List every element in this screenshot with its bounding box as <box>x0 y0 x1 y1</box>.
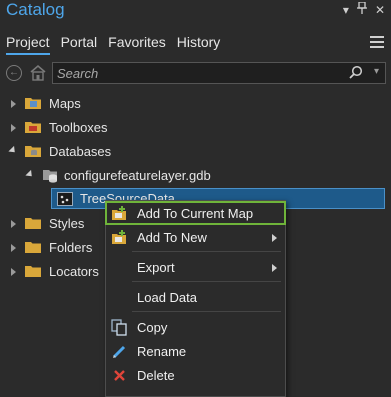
pane-controls: ▾ ✕ <box>343 1 385 17</box>
pane-options-dropdown-icon[interactable]: ▾ <box>343 3 349 17</box>
menu-label: Delete <box>137 368 175 383</box>
tree-item-maps[interactable]: Maps <box>0 92 391 116</box>
menu-item-rename[interactable]: Rename <box>106 340 285 364</box>
tree-item-databases[interactable]: Databases <box>0 140 391 164</box>
menu-label: Load Data <box>137 290 197 305</box>
tab-project[interactable]: Project <box>6 33 50 55</box>
menu-item-export[interactable]: Export <box>106 256 285 280</box>
pin-icon[interactable] <box>356 1 367 17</box>
delete-x-icon <box>111 367 128 384</box>
home-icon[interactable] <box>29 64 47 81</box>
add-data-icon <box>111 205 128 222</box>
close-icon[interactable]: ✕ <box>375 3 385 17</box>
menu-label: Rename <box>137 344 187 359</box>
hamburger-menu-icon[interactable] <box>370 36 384 48</box>
menu-separator <box>132 311 281 312</box>
menu-label: Add To Current Map <box>137 206 254 221</box>
tab-portal[interactable]: Portal <box>61 33 98 55</box>
expand-arrow-icon[interactable] <box>11 244 16 252</box>
menu-item-add-to-new[interactable]: Add To New <box>106 226 285 250</box>
rename-pencil-icon <box>111 343 128 360</box>
copy-icon <box>111 319 128 336</box>
tree-label: Toolboxes <box>49 120 108 135</box>
context-menu: Add To Current Map Add To New Export Loa… <box>105 200 286 397</box>
menu-item-load-data[interactable]: Load Data <box>106 286 285 310</box>
tab-favorites[interactable]: Favorites <box>108 33 166 55</box>
menu-label: Export <box>137 260 175 275</box>
search-options-dropdown-icon[interactable]: ▾ <box>374 66 379 77</box>
search-icon[interactable] <box>349 65 363 79</box>
submenu-arrow-icon <box>272 264 277 272</box>
menu-separator <box>132 281 281 282</box>
styles-folder-icon <box>25 216 41 229</box>
menu-item-delete[interactable]: Delete <box>106 364 285 388</box>
search-input[interactable] <box>57 64 347 82</box>
expand-arrow-icon[interactable] <box>11 124 16 132</box>
expand-arrow-icon[interactable] <box>11 100 16 108</box>
tree-label: Locators <box>49 264 99 279</box>
collapse-arrow-icon[interactable] <box>8 145 18 156</box>
point-feature-class-icon <box>57 192 73 206</box>
tree-label: Styles <box>49 216 85 231</box>
toolboxes-folder-icon <box>25 120 41 133</box>
menu-label: Copy <box>137 320 168 335</box>
menu-item-add-to-current-map[interactable]: Add To Current Map <box>105 201 286 225</box>
tree-item-gdb[interactable]: configurefeaturelayer.gdb <box>0 164 391 188</box>
menu-item-copy[interactable]: Copy <box>106 316 285 340</box>
locators-folder-icon <box>25 264 41 277</box>
add-to-new-icon <box>111 229 128 246</box>
submenu-arrow-icon <box>272 234 277 242</box>
maps-folder-icon <box>25 96 41 109</box>
tree-label: Folders <box>49 240 93 255</box>
tab-history[interactable]: History <box>177 33 221 55</box>
folders-folder-icon <box>25 240 41 253</box>
tree-label: Maps <box>49 96 81 111</box>
tree-item-toolboxes[interactable]: Toolboxes <box>0 116 391 140</box>
menu-separator <box>132 251 281 252</box>
expand-arrow-icon[interactable] <box>11 268 16 276</box>
menu-label: Add To New <box>137 230 207 245</box>
search-box[interactable]: ▾ <box>52 62 386 84</box>
collapse-arrow-icon[interactable] <box>25 169 35 180</box>
back-arrow-icon[interactable]: ← <box>6 65 22 81</box>
geodatabase-icon <box>42 167 58 183</box>
pane-title: Catalog <box>6 0 65 19</box>
catalog-tabs: Project Portal Favorites History <box>6 33 220 55</box>
databases-folder-icon <box>25 144 41 157</box>
expand-arrow-icon[interactable] <box>11 220 16 228</box>
tree-label: configurefeaturelayer.gdb <box>64 168 211 183</box>
tree-label: Databases <box>49 144 112 159</box>
